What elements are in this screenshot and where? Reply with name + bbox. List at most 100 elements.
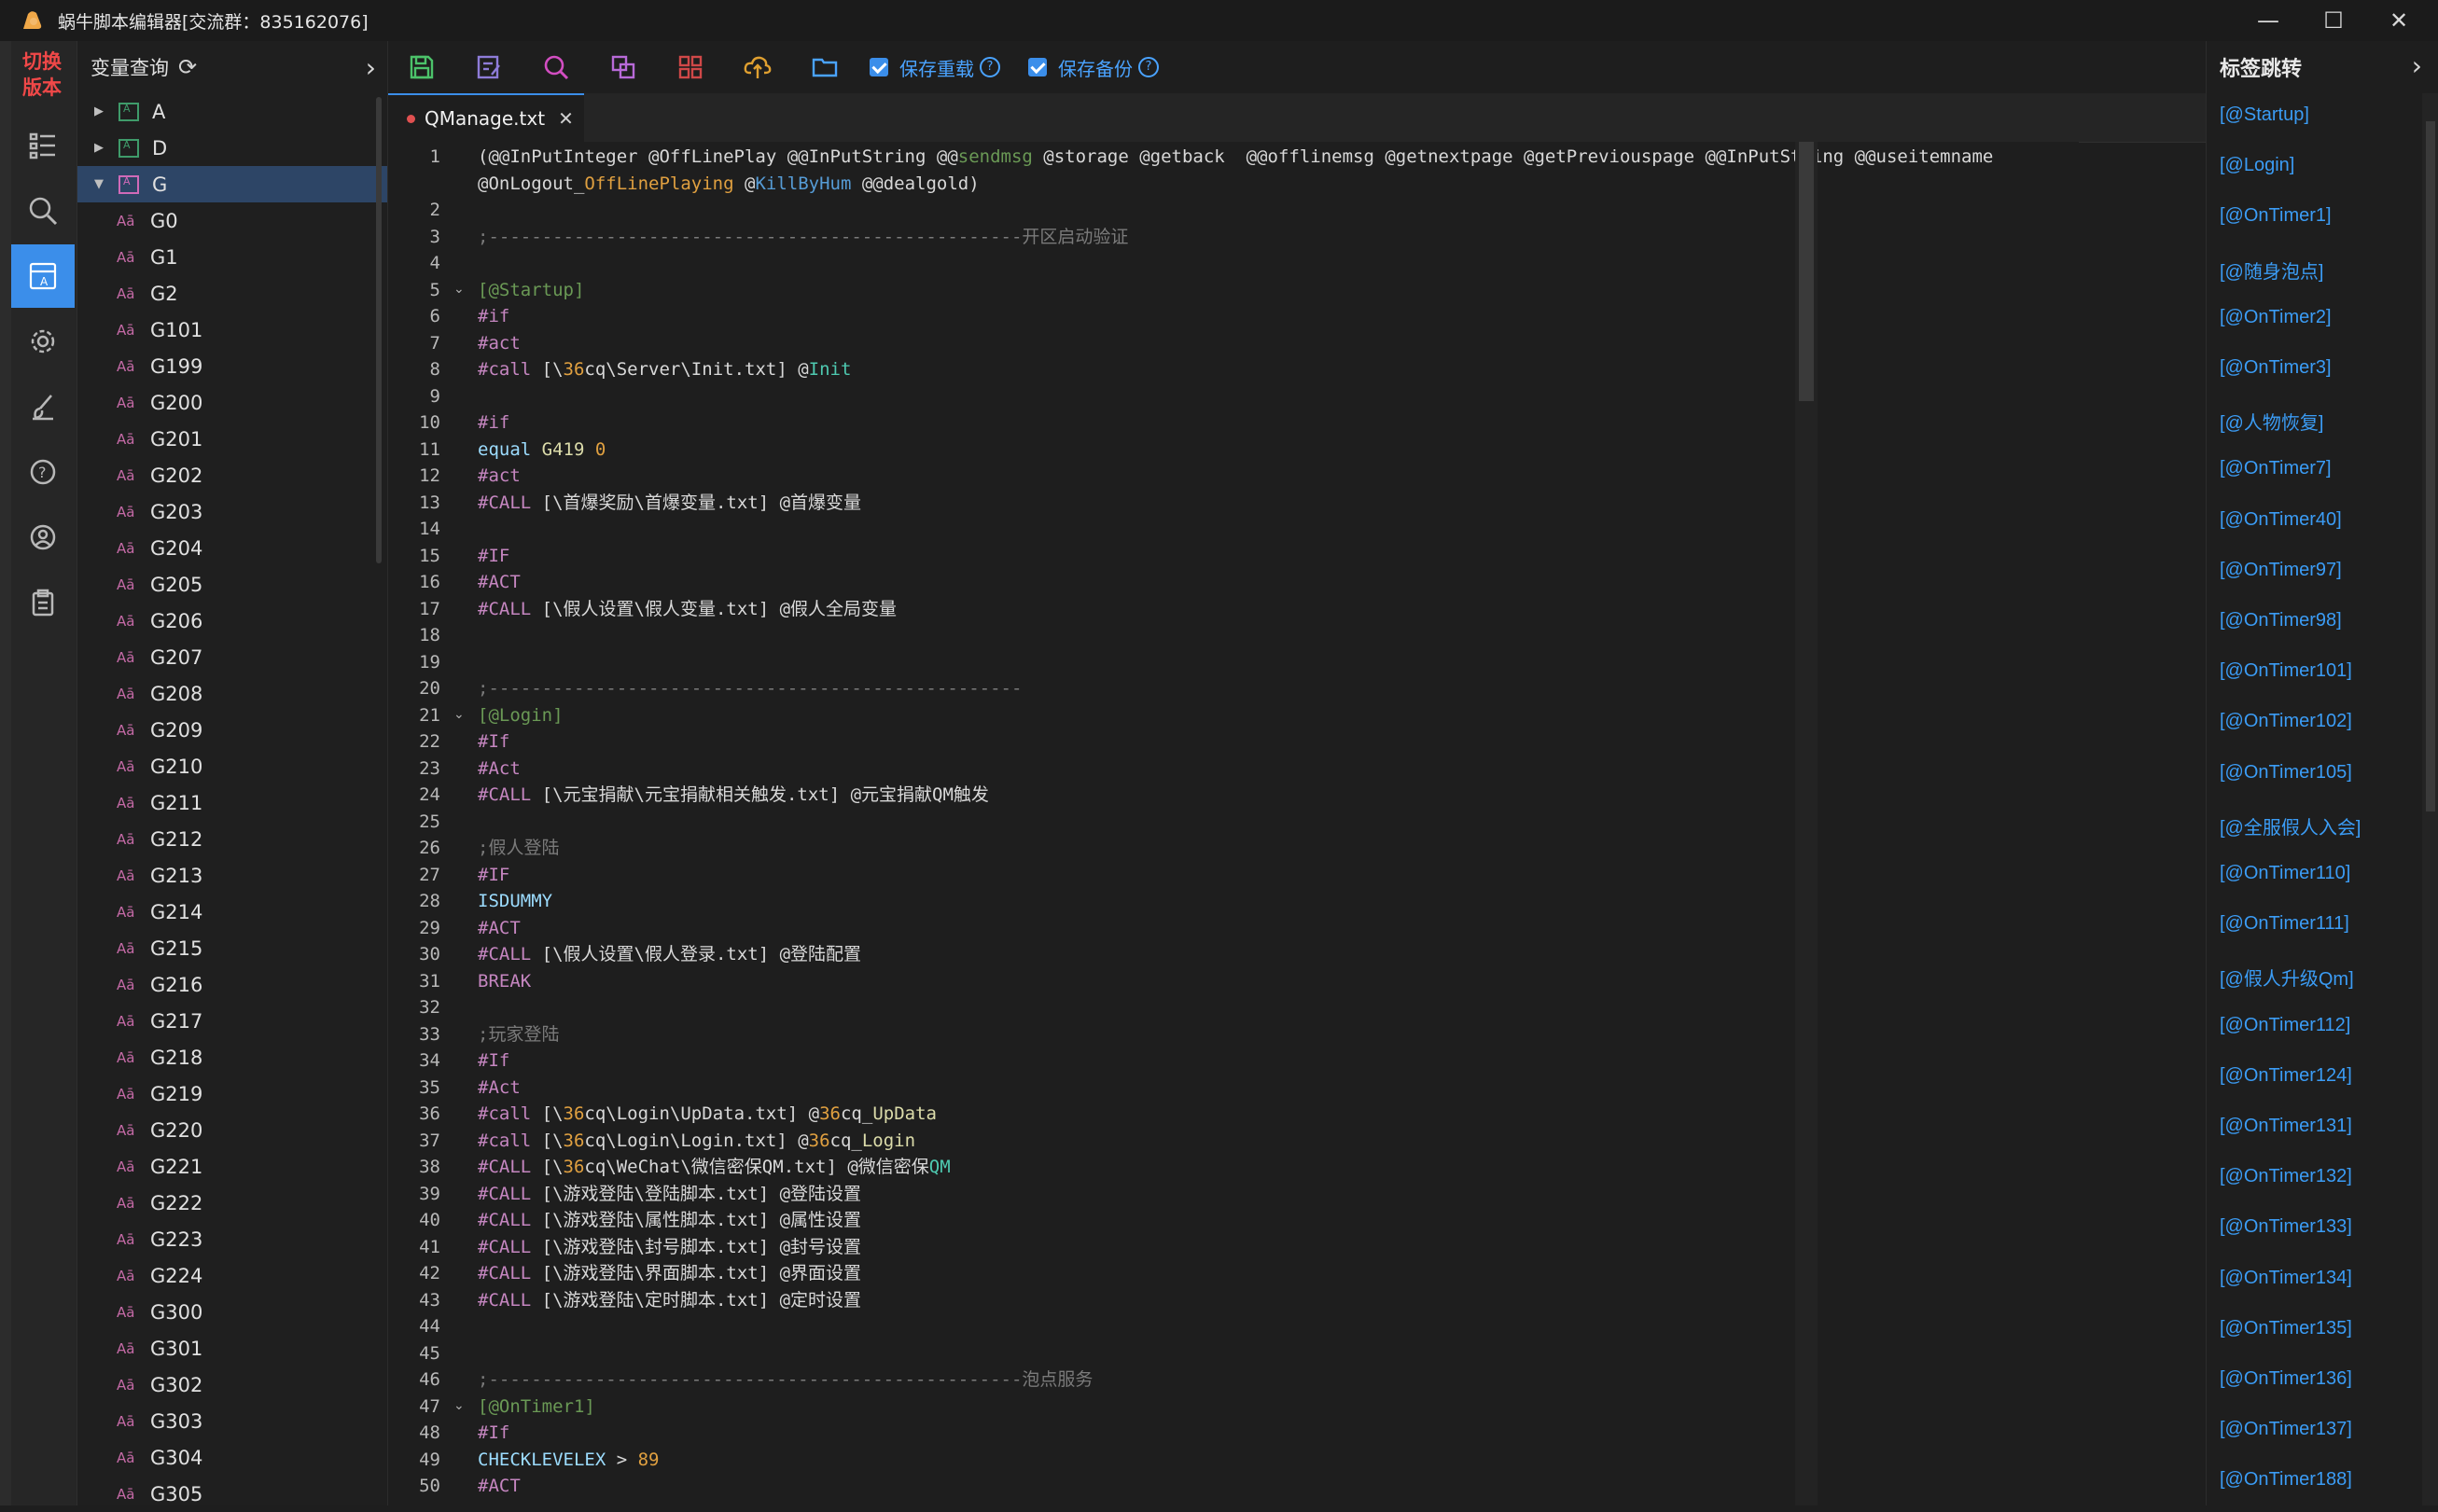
tag-link[interactable]: [@OnTimer112] <box>2220 1015 2350 1036</box>
tag-scrollbar[interactable] <box>2422 93 2438 1505</box>
tag-link[interactable]: [@OnTimer40] <box>2220 509 2342 531</box>
code-line[interactable]: 42 #CALL [\游戏登陆\界面脚本.txt] @界面设置 <box>388 1260 2079 1286</box>
tag-link[interactable]: [@OnTimer105] <box>2220 762 2352 784</box>
code-line[interactable]: 33 ;玩家登陆 <box>388 1021 2079 1047</box>
code-line[interactable]: 7 #act <box>388 330 2079 356</box>
code-line[interactable]: 37 #call [\36cq\Login\Login.txt] @36cq_Lo… <box>388 1128 2079 1154</box>
tag-link[interactable]: [@OnTimer135] <box>2220 1318 2352 1339</box>
close-button[interactable]: ✕ <box>2366 0 2431 41</box>
save-icon[interactable] <box>388 41 455 93</box>
search-icon[interactable] <box>11 179 75 243</box>
variable-item[interactable]: Aā G205 <box>77 566 387 603</box>
code-line[interactable]: 12 #act <box>388 463 2079 489</box>
variable-item[interactable]: Aā G213 <box>77 857 387 894</box>
variable-item[interactable]: Aā G217 <box>77 1003 387 1039</box>
code-line[interactable]: 31 BREAK <box>388 968 2079 994</box>
tag-link[interactable]: [@Login] <box>2220 155 2294 176</box>
tag-link[interactable]: [@OnTimer136] <box>2220 1368 2352 1390</box>
code-line[interactable]: 46 ;-------------------------------------… <box>388 1366 2079 1393</box>
caret-down-icon[interactable]: ▼ <box>87 177 111 191</box>
tag-link[interactable]: [@随身泡点] <box>2220 257 2323 284</box>
code-line[interactable]: 20 ;-------------------------------------… <box>388 675 2079 701</box>
minimize-button[interactable]: — <box>2236 0 2301 41</box>
code-line[interactable]: 18 <box>388 622 2079 648</box>
editor-scroll-thumb[interactable] <box>1799 142 1814 401</box>
minimap[interactable] <box>2077 142 2079 1505</box>
code-line[interactable]: 41 #CALL [\游戏登陆\封号脚本.txt] @封号设置 <box>388 1234 2079 1260</box>
copy-icon[interactable] <box>590 41 657 93</box>
tab-close-icon[interactable]: ✕ <box>558 107 574 130</box>
variable-item[interactable]: Aā G223 <box>77 1221 387 1257</box>
code-line[interactable]: 16 #ACT <box>388 569 2079 595</box>
variable-item[interactable]: Aā G214 <box>77 894 387 930</box>
code-line[interactable]: 29 #ACT <box>388 915 2079 941</box>
code-line[interactable]: 6 #if <box>388 303 2079 329</box>
variable-item[interactable]: Aā G200 <box>77 384 387 421</box>
refresh-icon[interactable]: ⟳ <box>178 54 197 80</box>
code-line[interactable]: 24 #CALL [\元宝捐献\元宝捐献相关触发.txt] @元宝捐献QM触发 <box>388 782 2079 808</box>
code-line[interactable]: 34 #If <box>388 1047 2079 1074</box>
tag-link[interactable]: [@OnTimer132] <box>2220 1166 2352 1187</box>
variable-item[interactable]: Aā G305 <box>77 1476 387 1512</box>
save-reload-checkbox[interactable]: 保存重载 ? <box>870 54 1000 81</box>
tag-link[interactable]: [@假人升级Qm] <box>2220 964 2354 991</box>
clipboard-icon[interactable] <box>11 571 75 634</box>
fold-chevron-icon[interactable]: ⌄ <box>453 706 470 723</box>
code-line[interactable]: 26 ;假人登陆 <box>388 835 2079 861</box>
tag-link[interactable]: [@OnTimer134] <box>2220 1268 2352 1289</box>
variable-item[interactable]: Aā G101 <box>77 312 387 348</box>
code-editor[interactable]: 1 (@@InPutInteger @OffLinePlay @@InPutStr… <box>388 142 2079 1505</box>
switch-version-button[interactable]: 切换 版本 <box>13 49 71 101</box>
maximize-button[interactable]: ☐ <box>2301 0 2366 41</box>
code-line[interactable]: 50 #ACT <box>388 1473 2079 1499</box>
code-line[interactable]: 49 CHECKLEVELEX > 89 <box>388 1447 2079 1473</box>
code-line[interactable]: 39 #CALL [\游戏登陆\登陆脚本.txt] @登陆设置 <box>388 1181 2079 1207</box>
settings-gear-icon[interactable] <box>11 310 75 373</box>
variable-item[interactable]: Aā G215 <box>77 930 387 966</box>
explorer-icon[interactable] <box>11 114 75 177</box>
code-line[interactable]: 21 ⌄ [@Login] <box>388 702 2079 728</box>
code-line[interactable]: 40 #CALL [\游戏登陆\属性脚本.txt] @属性设置 <box>388 1207 2079 1233</box>
variable-item[interactable]: Aā G0 <box>77 202 387 239</box>
variable-item[interactable]: Aā G203 <box>77 493 387 530</box>
code-line[interactable]: 14 <box>388 516 2079 542</box>
code-line[interactable]: 43 #CALL [\游戏登陆\定时脚本.txt] @定时设置 <box>388 1287 2079 1313</box>
tag-link[interactable]: [@OnTimer7] <box>2220 458 2332 479</box>
code-line[interactable]: 48 #If <box>388 1420 2079 1446</box>
checkbox-checked-icon[interactable] <box>870 58 888 76</box>
variable-item[interactable]: Aā G212 <box>77 821 387 857</box>
find-icon[interactable] <box>522 41 590 93</box>
variable-item[interactable]: Aā G207 <box>77 639 387 675</box>
code-line[interactable]: 17 #CALL [\假人设置\假人变量.txt] @假人全局变量 <box>388 596 2079 622</box>
variable-item[interactable]: Aā G218 <box>77 1039 387 1075</box>
variable-item[interactable]: Aā G209 <box>77 712 387 748</box>
help-circle-icon[interactable]: ? <box>1138 57 1159 77</box>
code-line[interactable]: 38 #CALL [\36cq\WeChat\微信密保QM.txt] @微信密保Q… <box>388 1154 2079 1180</box>
variable-item[interactable]: Aā G303 <box>77 1403 387 1439</box>
variable-icon[interactable]: A <box>11 244 75 308</box>
brush-icon[interactable] <box>11 375 75 438</box>
code-line[interactable]: 15 #IF <box>388 543 2079 569</box>
caret-right-icon[interactable]: ▶ <box>87 141 111 155</box>
variable-item[interactable]: Aā G222 <box>77 1185 387 1221</box>
tag-scroll-thumb[interactable] <box>2426 121 2435 811</box>
variable-item[interactable]: Aā G300 <box>77 1294 387 1330</box>
code-line[interactable]: 2 <box>388 197 2079 223</box>
code-line[interactable]: 19 <box>388 649 2079 675</box>
code-line[interactable]: 23 #Act <box>388 756 2079 782</box>
variable-item[interactable]: Aā G302 <box>77 1366 387 1403</box>
variable-item[interactable]: Aā G224 <box>77 1257 387 1294</box>
variable-item[interactable]: Aā G304 <box>77 1439 387 1476</box>
variable-item[interactable]: Aā G199 <box>77 348 387 384</box>
code-line[interactable]: 45 <box>388 1340 2079 1366</box>
code-line[interactable]: 11 equal G419 0 <box>388 437 2079 463</box>
code-line[interactable]: @OnLogout_OffLinePlaying @KillByHum @@de… <box>388 171 2079 197</box>
code-line[interactable]: 22 #If <box>388 728 2079 755</box>
help-circle-icon[interactable]: ? <box>980 57 1000 77</box>
code-line[interactable]: 8 #call [\36cq\Server\Init.txt] @Init <box>388 356 2079 382</box>
editor-scrollbar[interactable] <box>1795 142 1818 1505</box>
tag-link[interactable]: [@OnTimer97] <box>2220 560 2342 581</box>
code-line[interactable]: 35 #Act <box>388 1075 2079 1101</box>
cloud-upload-icon[interactable] <box>724 41 791 93</box>
variable-item[interactable]: Aā G2 <box>77 275 387 312</box>
